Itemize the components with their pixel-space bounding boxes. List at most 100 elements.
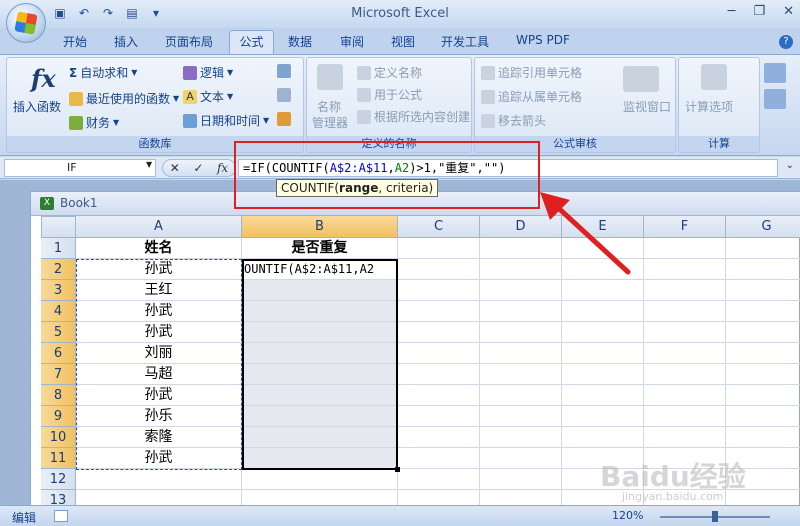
cell-c5[interactable] [398,322,480,343]
name-manager-label-2[interactable]: 管理器 [312,114,348,131]
cell-e10[interactable] [562,427,644,448]
macro-record-icon[interactable] [54,510,68,522]
cell-g9[interactable] [726,406,800,427]
calculation-options-button[interactable]: 计算选项 [685,98,733,115]
cell-e9[interactable] [562,406,644,427]
cell-d5[interactable] [480,322,562,343]
cell-b10[interactable] [242,427,398,448]
office-button[interactable] [6,3,46,43]
cell-a7[interactable]: 马超 [76,364,242,385]
cell-c2[interactable] [398,259,480,280]
datetime-button[interactable]: 日期和时间 ▼ [183,112,269,129]
column-header-c[interactable]: C [398,216,480,238]
name-box[interactable]: IF [4,159,156,177]
cell-d8[interactable] [480,385,562,406]
cell-a6[interactable]: 刘丽 [76,343,242,364]
help-icon[interactable]: ? [779,35,793,49]
cell-g10[interactable] [726,427,800,448]
more-functions-button[interactable] [277,112,291,126]
cell-b11[interactable] [242,448,398,469]
cell-b5[interactable] [242,322,398,343]
column-header-f[interactable]: F [644,216,726,238]
cell-d7[interactable] [480,364,562,385]
cell-c3[interactable] [398,280,480,301]
cell-g7[interactable] [726,364,800,385]
cell-d9[interactable] [480,406,562,427]
cell-d3[interactable] [480,280,562,301]
financial-button[interactable]: 财务 ▼ [69,114,119,131]
cell-d12[interactable] [480,469,562,490]
cell-a12[interactable] [76,469,242,490]
calculate-sheet-icon[interactable] [764,89,786,109]
zoom-level[interactable]: 120% [612,509,643,522]
trace-dependents-button[interactable]: 追踪从属单元格 [481,88,582,105]
tab-data[interactable]: 数据 [288,33,312,50]
cell-c6[interactable] [398,343,480,364]
cell-f2[interactable] [644,259,726,280]
maximize-icon[interactable]: ❐ [753,4,765,19]
cell-f9[interactable] [644,406,726,427]
name-manager-label-1[interactable]: 名称 [317,98,341,115]
calculate-now-icon[interactable] [764,63,786,83]
watch-window-button[interactable]: 监视窗口 [623,98,671,115]
cell-e8[interactable] [562,385,644,406]
logical-button[interactable]: 逻辑 ▼ [183,64,233,81]
cell-g4[interactable] [726,301,800,322]
cell-f1[interactable] [644,238,726,259]
cell-c8[interactable] [398,385,480,406]
cell-g2[interactable] [726,259,800,280]
row-header-9[interactable]: 9 [41,406,76,427]
minimize-icon[interactable]: ─ [728,4,736,19]
cell-d4[interactable] [480,301,562,322]
cell-e4[interactable] [562,301,644,322]
trace-precedents-button[interactable]: 追踪引用单元格 [481,64,582,81]
math-trig-button[interactable] [277,88,291,102]
cell-b12[interactable] [242,469,398,490]
cell-a5[interactable]: 孙武 [76,322,242,343]
text-button[interactable]: A 文本 ▼ [183,88,233,105]
cell-e5[interactable] [562,322,644,343]
row-header-8[interactable]: 8 [41,385,76,406]
cell-c1[interactable] [398,238,480,259]
close-icon[interactable]: ✕ [783,4,794,19]
insert-function-button[interactable]: 插入函数 [13,98,61,115]
tab-home[interactable]: 开始 [63,33,87,50]
cell-b3[interactable] [242,280,398,301]
fill-handle[interactable] [395,467,400,472]
expand-formula-icon[interactable]: ⌄ [786,160,794,171]
cancel-icon[interactable]: ✕ [170,161,180,175]
cell-a9[interactable]: 孙乐 [76,406,242,427]
cell-b9[interactable] [242,406,398,427]
enter-check-icon[interactable]: ✓ [193,161,203,175]
tab-wps-pdf[interactable]: WPS PDF [516,33,570,47]
cell-b8[interactable] [242,385,398,406]
tab-insert[interactable]: 插入 [114,33,138,50]
tab-formulas[interactable]: 公式 [229,30,274,55]
cell-f6[interactable] [644,343,726,364]
cell-c10[interactable] [398,427,480,448]
cell-f5[interactable] [644,322,726,343]
insert-function-fx-icon[interactable]: fx [217,161,228,175]
column-header-b[interactable]: B [242,216,398,238]
cell-g6[interactable] [726,343,800,364]
lookup-reference-button[interactable] [277,64,291,78]
cell-e7[interactable] [562,364,644,385]
cell-c4[interactable] [398,301,480,322]
autosum-button[interactable]: Σ 自动求和 ▼ [69,64,137,81]
row-header-7[interactable]: 7 [41,364,76,385]
cell-a4[interactable]: 孙武 [76,301,242,322]
cell-c9[interactable] [398,406,480,427]
cell-f4[interactable] [644,301,726,322]
zoom-slider-thumb[interactable] [712,511,718,522]
row-header-2[interactable]: 2 [41,259,76,280]
select-all-corner[interactable] [41,216,76,238]
cell-a8[interactable]: 孙武 [76,385,242,406]
cell-c7[interactable] [398,364,480,385]
cell-a2[interactable]: 孙武 [76,259,242,280]
cell-g5[interactable] [726,322,800,343]
cell-d11[interactable] [480,448,562,469]
cell-d10[interactable] [480,427,562,448]
row-header-11[interactable]: 11 [41,448,76,469]
cell-f3[interactable] [644,280,726,301]
cell-g3[interactable] [726,280,800,301]
